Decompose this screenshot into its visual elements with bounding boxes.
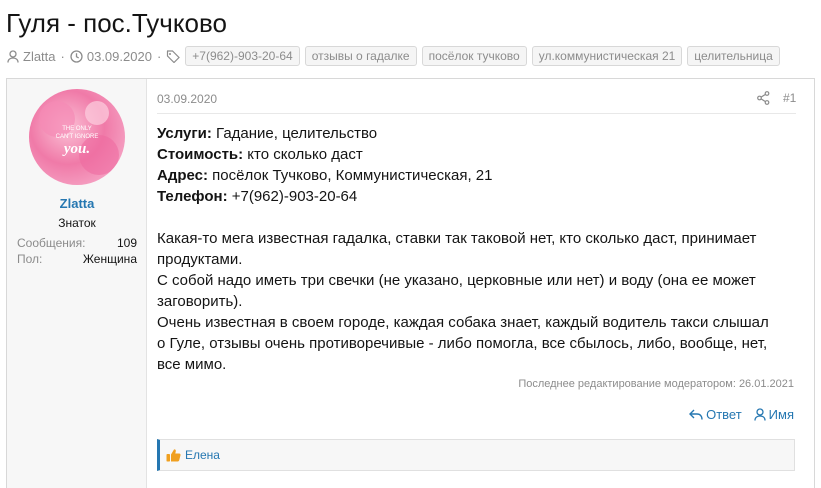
- paragraph-line: все мимо.: [157, 356, 227, 373]
- field-services: Услуги: Гадание, целительство: [157, 123, 797, 144]
- paragraph-line: С собой надо иметь три свечки (не указан…: [157, 272, 756, 289]
- thumbs-up-icon: [166, 448, 181, 462]
- thread-date-link[interactable]: 03.09.2020: [87, 49, 152, 64]
- username-link[interactable]: Zlatta: [7, 196, 147, 211]
- post-content: 03.09.2020 #1 Услуги: Гадание, целительс…: [147, 79, 814, 488]
- field-phone: Телефон: +7(962)-903-20-64: [157, 186, 797, 207]
- stat-value: Женщина: [82, 252, 137, 266]
- tag-icon: [166, 49, 181, 63]
- user-icon: [6, 49, 20, 63]
- tag-reviews[interactable]: отзывы о гадалке: [304, 46, 417, 66]
- paragraph-line: Какая-то мега известная гадалка, ставки …: [157, 230, 757, 247]
- tag-phone[interactable]: +7(962)-903-20-64: [185, 46, 300, 66]
- field-label: Телефон:: [157, 188, 228, 205]
- svg-text:CAN'T IGNORE: CAN'T IGNORE: [56, 134, 99, 140]
- field-label: Адрес:: [157, 167, 208, 184]
- field-label: Стоимость:: [157, 146, 244, 163]
- user-info-panel: THE ONLY CAN'T IGNORE you. Zlatta Знаток…: [7, 79, 147, 488]
- reply-button[interactable]: Ответ: [689, 407, 742, 422]
- post-actions: Ответ Имя: [689, 407, 794, 422]
- svg-text:you.: you.: [62, 141, 90, 157]
- stat-label: Пол:: [17, 252, 43, 266]
- reply-icon: [689, 409, 703, 421]
- reactions-bar[interactable]: Елена: [157, 439, 795, 471]
- user-title: Знаток: [58, 216, 96, 230]
- field-value: кто сколько даст: [243, 146, 363, 163]
- tag-healer[interactable]: целительница: [687, 46, 780, 66]
- name-label: Имя: [768, 407, 794, 422]
- share-icon[interactable]: [757, 91, 771, 105]
- avatar[interactable]: THE ONLY CAN'T IGNORE you.: [29, 89, 125, 185]
- paragraph-line: продуктами.: [157, 251, 243, 268]
- field-label: Услуги:: [157, 125, 212, 142]
- reply-label: Ответ: [706, 407, 742, 422]
- meta-separator: ·: [156, 48, 162, 64]
- post-body: Услуги: Гадание, целительство Стоимость:…: [157, 123, 797, 375]
- thread-meta: Zlatta · 03.09.2020 · +7(962)-903-20-64 …: [6, 45, 785, 67]
- post-message: THE ONLY CAN'T IGNORE you. Zlatta Знаток…: [6, 78, 815, 488]
- clock-icon: [70, 49, 84, 63]
- paragraph-line: о Гуле, отзывы очень противоречивые - ли…: [157, 335, 768, 352]
- field-cost: Стоимость: кто сколько даст: [157, 144, 797, 165]
- paragraph-line: заговорить).: [157, 293, 243, 310]
- divider: [157, 113, 796, 114]
- user-stat-messages: Сообщения: 109: [17, 236, 137, 250]
- field-value: посёлок Тучково, Коммунистическая, 21: [208, 167, 493, 184]
- tag-village[interactable]: посёлок тучково: [421, 46, 527, 66]
- page-title: Гуля - пос.Тучково: [6, 8, 227, 38]
- edited-note: Последнее редактирование модератором: 26…: [518, 378, 794, 390]
- field-value: Гадание, целительство: [211, 125, 378, 142]
- field-value: +7(962)-903-20-64: [227, 188, 358, 205]
- meta-separator: ·: [60, 48, 65, 64]
- svg-text:THE ONLY: THE ONLY: [62, 126, 92, 132]
- user-icon: [754, 408, 766, 421]
- tag-street[interactable]: ул.коммунистическая 21: [531, 46, 683, 66]
- stat-value: 109: [116, 236, 137, 250]
- stat-label: Сообщения:: [17, 236, 86, 250]
- field-address: Адрес: посёлок Тучково, Коммунистическая…: [157, 165, 797, 186]
- paragraph-line: Очень известная в своем городе, каждая с…: [157, 314, 769, 331]
- user-stat-gender: Пол: Женщина: [17, 252, 137, 266]
- post-date-link[interactable]: 03.09.2020: [157, 92, 217, 106]
- thread-author-link[interactable]: Zlatta: [23, 49, 56, 64]
- reaction-user-link[interactable]: Елена: [185, 448, 220, 462]
- name-button[interactable]: Имя: [754, 407, 794, 422]
- tag-list: +7(962)-903-20-64 отзывы о гадалке посёл…: [185, 46, 785, 66]
- post-number-link[interactable]: #1: [783, 91, 796, 105]
